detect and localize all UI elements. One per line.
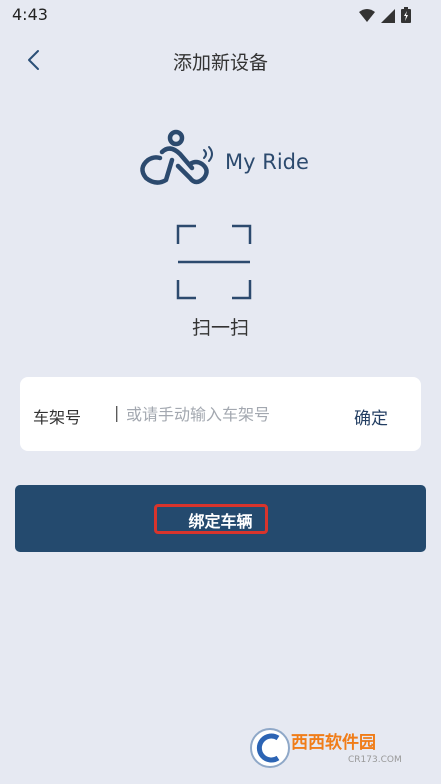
bind-vehicle-button[interactable]: 绑定车辆 bbox=[15, 485, 426, 552]
page-title: 添加新设备 bbox=[172, 52, 268, 74]
cellular-signal-icon bbox=[381, 8, 395, 27]
scan-frame-icon bbox=[176, 224, 252, 300]
battery-icon bbox=[401, 7, 411, 27]
vin-card: 车架号 | 确定 bbox=[20, 377, 421, 451]
wifi-icon bbox=[359, 8, 375, 27]
input-separator: | bbox=[114, 403, 120, 422]
watermark-subtext: CR173.COM bbox=[348, 755, 402, 765]
confirm-button[interactable]: 确定 bbox=[354, 404, 388, 429]
scan-label: 扫一扫 bbox=[191, 317, 249, 339]
scan-button[interactable] bbox=[174, 222, 254, 302]
watermark-text: 西西软件园 bbox=[291, 733, 376, 753]
logo-text: My Ride bbox=[225, 150, 309, 174]
status-bar: 4:43 bbox=[0, 0, 441, 30]
status-time: 4:43 bbox=[12, 5, 48, 24]
bind-vehicle-label: 绑定车辆 bbox=[188, 512, 253, 531]
vin-input[interactable] bbox=[124, 397, 328, 431]
nav-bar: 添加新设备 bbox=[0, 30, 441, 90]
watermark: 西西软件园 CR173.COM bbox=[248, 723, 424, 773]
vin-label: 车架号 bbox=[33, 408, 82, 427]
watermark-logo-icon bbox=[250, 728, 290, 768]
